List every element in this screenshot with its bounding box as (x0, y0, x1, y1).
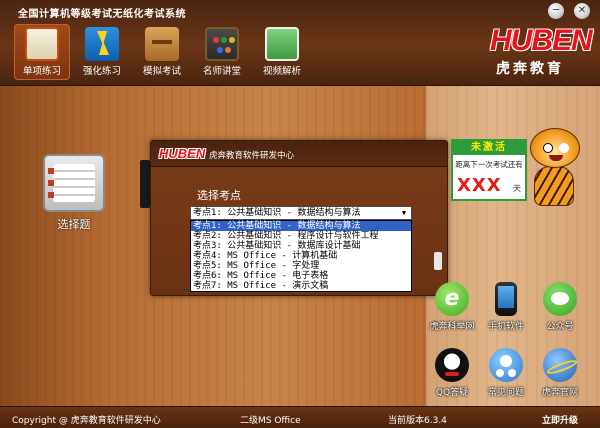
qq-penguin-icon (435, 348, 469, 382)
faq-people-icon (489, 348, 523, 382)
choice-question-label: 选择题 (57, 218, 91, 231)
exam-level-text: 二级MS Office (240, 416, 301, 426)
version-text: 当前版本6.3.4 (388, 416, 447, 426)
tiger-mascot-icon (520, 128, 588, 208)
topic-option[interactable]: 考点3: 公共基础知识 - 数据库设计基础 (191, 241, 411, 251)
topic-option[interactable]: 考点2: 公共基础知识 - 程序设计与软件工程 (191, 231, 411, 241)
exam-countdown-days: XXX (457, 175, 502, 196)
title-toolbar-area: 全国计算机等级考试无纸化考试系统 ─ ✕ 单项练习 强化练习 模拟考试 名师讲堂… (0, 0, 600, 86)
topic-option[interactable]: 考点1: 公共基础知识 - 数据结构与算法 (191, 221, 411, 231)
logo-text: HUBEN (490, 24, 593, 57)
logo-subtitle: 虎奔教育 (496, 61, 564, 77)
lightning-icon (85, 27, 119, 61)
blackboard-icon (205, 27, 239, 61)
checklist-icon (43, 154, 105, 212)
dialog-header: HUBEN 虎奔教育软件研发中心 (151, 141, 447, 167)
video-clipboard-icon (265, 27, 299, 61)
main-toolbar: 单项练习 强化练习 模拟考试 名师讲堂 视频解析 (14, 24, 310, 80)
chevron-down-icon[interactable]: ▼ (398, 208, 410, 218)
window-title: 全国计算机等级考试无纸化考试系统 (18, 9, 186, 20)
mobile-app-button[interactable]: 手机软件 (478, 282, 534, 332)
app-icon-label: 虎奔科举网 (429, 322, 475, 332)
tiger-body (534, 166, 574, 206)
app-icon-label: QQ答疑 (435, 388, 469, 398)
brand-logo: HUBEN 虎奔教育 (490, 24, 594, 78)
huben-exam-site-button[interactable]: e 虎奔科举网 (424, 282, 480, 332)
toolbar-item-label: 单项练习 (22, 66, 61, 77)
app-icon-label: 常见问题 (487, 388, 524, 398)
upgrade-now-link[interactable]: 立即升级 (542, 413, 578, 426)
toolbar-video-analysis[interactable]: 视频解析 (254, 24, 310, 80)
status-bar: Copyright @ 虎奔教育软件研发中心 二级MS Office 当前版本6… (0, 406, 600, 428)
wechat-icon (543, 282, 577, 316)
smartphone-icon (495, 282, 517, 316)
briefcase-icon (145, 27, 179, 61)
toolbar-teacher-lecture[interactable]: 名师讲堂 (194, 24, 250, 80)
choice-question-tile[interactable]: 选择题 (40, 154, 108, 234)
notebook-icon (25, 27, 59, 61)
browser-e-icon: e (435, 282, 469, 316)
topic-option[interactable]: 考点6: MS Office - 电子表格 (191, 271, 411, 281)
topic-dropdown-list: 考点1: 公共基础知识 - 数据结构与算法 考点2: 公共基础知识 - 程序设计… (190, 220, 412, 292)
toolbar-single-practice[interactable]: 单项练习 (14, 24, 70, 80)
close-button[interactable]: ✕ (574, 3, 590, 19)
tiger-head (530, 128, 580, 168)
topic-option[interactable]: 考点7: MS Office - 演示文稿 (191, 281, 411, 291)
copyright-text: Copyright @ 虎奔教育软件研发中心 (12, 416, 161, 426)
exam-countdown-label: 距离下一次考试还有 (455, 160, 523, 169)
minimize-button[interactable]: ─ (548, 3, 564, 19)
faq-button[interactable]: 常见问题 (478, 348, 534, 398)
toolbar-item-label: 强化练习 (82, 66, 121, 77)
dialog-logo: HUBEN (159, 146, 206, 161)
topic-option[interactable]: 考点5: MS Office - 字处理 (191, 261, 411, 271)
globe-icon (543, 348, 577, 382)
dialog-title: 虎奔教育软件研发中心 (209, 151, 295, 161)
select-topic-label: 选择考点 (197, 189, 241, 202)
topic-option[interactable]: 考点4: MS Office - 计算机基础 (191, 251, 411, 261)
topic-select[interactable]: 考点1: 公共基础知识 - 数据结构与算法 ▼ (190, 206, 412, 220)
activation-status: 未激活 (453, 141, 525, 155)
app-icon-label: 虎奔官网 (541, 388, 578, 398)
toolbar-item-label: 模拟考试 (142, 66, 181, 77)
official-site-button[interactable]: 虎奔官网 (532, 348, 588, 398)
dialog-side-button[interactable] (434, 252, 442, 270)
toolbar-item-label: 名师讲堂 (202, 66, 241, 77)
wechat-account-button[interactable]: 公众号 (532, 282, 588, 332)
dialog-shadow-strip (140, 160, 150, 208)
app-icon-label: 公众号 (546, 322, 574, 332)
topic-select-value: 考点1: 公共基础知识 - 数据结构与算法 (193, 208, 361, 218)
toolbar-item-label: 视频解析 (262, 66, 301, 77)
toolbar-intensive-practice[interactable]: 强化练习 (74, 24, 130, 80)
toolbar-mock-exam[interactable]: 模拟考试 (134, 24, 190, 80)
activation-panel[interactable]: 未激活 距离下一次考试还有 XXX 天 (451, 139, 527, 201)
qq-support-button[interactable]: QQ答疑 (424, 348, 480, 398)
app-icon-label: 手机软件 (487, 322, 524, 332)
